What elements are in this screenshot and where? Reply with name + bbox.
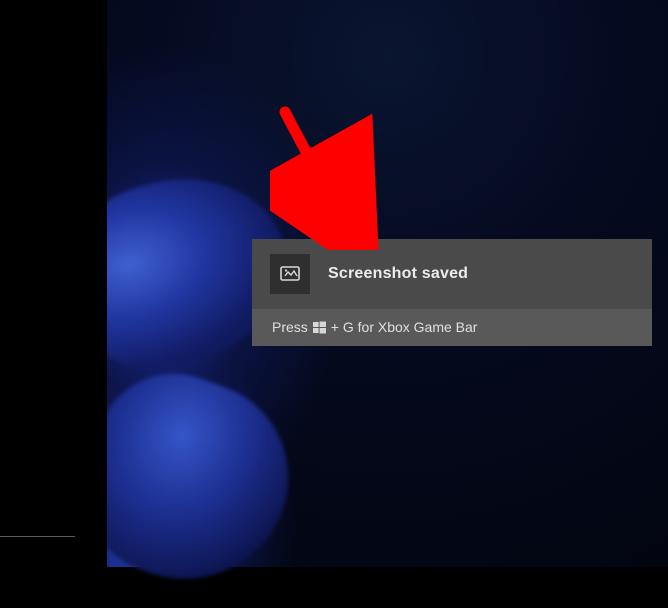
hint-text-prefix: Press [272,319,308,335]
screenshot-icon [279,263,301,285]
left-sidebar-panel [0,0,107,567]
windows-logo-icon [313,321,326,334]
notification-title: Screenshot saved [328,265,468,283]
hint-text-suffix: + G for Xbox Game Bar [331,319,478,335]
notification-icon-container [270,254,310,294]
screenshot-saved-notification[interactable]: Screenshot saved Press + G for Xbox Game… [252,239,652,346]
sidebar-divider [0,536,75,537]
notification-header: Screenshot saved [252,239,652,309]
notification-hint: Press + G for Xbox Game Bar [252,309,652,346]
